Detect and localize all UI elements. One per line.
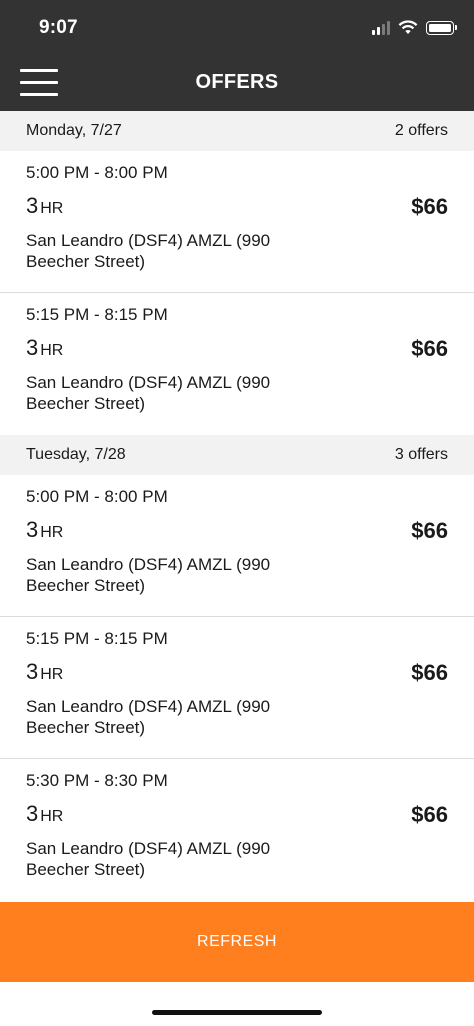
battery-icon (426, 20, 457, 35)
offer-duration: 3 HR (26, 801, 63, 827)
offer-duration: 3 HR (26, 335, 63, 361)
duration-unit: HR (40, 342, 64, 359)
offer-price: $66 (411, 194, 448, 219)
duration-hours: 3 (26, 193, 39, 218)
status-icons (372, 20, 457, 35)
offer-item[interactable]: 5:30 PM - 8:30 PM 3 HR $66 San Leandro (D… (0, 759, 474, 901)
offer-item[interactable]: 5:00 PM - 8:00 PM 3 HR $66 San Leandro (D… (0, 475, 474, 617)
offer-location: San Leandro (DSF4) AMZL (990 Beecher Str… (26, 231, 271, 271)
day-header: Tuesday, 7/28 3 offers (0, 435, 474, 475)
offer-duration: 3 HR (26, 193, 63, 219)
offer-duration: 3 HR (26, 517, 63, 543)
page-title: OFFERS (195, 71, 279, 93)
duration-hours: 3 (26, 335, 39, 360)
day-header: Monday, 7/27 2 offers (0, 111, 474, 151)
offer-location: San Leandro (DSF4) AMZL (990 Beecher Str… (26, 373, 271, 413)
duration-unit: HR (40, 524, 64, 541)
offer-item[interactable]: 5:15 PM - 8:15 PM 3 HR $66 San Leandro (D… (0, 617, 474, 759)
app-header: 9:07 OFFERS (0, 0, 474, 111)
offer-location: San Leandro (DSF4) AMZL (990 Beecher Str… (26, 839, 271, 879)
offer-count: 3 offers (394, 446, 448, 463)
duration-hours: 3 (26, 517, 39, 542)
offer-price: $66 (411, 336, 448, 361)
offer-location: San Leandro (DSF4) AMZL (990 Beecher Str… (26, 697, 271, 737)
status-time: 9:07 (39, 17, 78, 38)
duration-unit: HR (40, 200, 64, 217)
offer-location: San Leandro (DSF4) AMZL (990 Beecher Str… (26, 555, 271, 595)
offer-time: 5:30 PM - 8:30 PM (26, 771, 168, 790)
cellular-signal-icon (372, 20, 390, 35)
offer-price: $66 (411, 660, 448, 685)
offer-time: 5:00 PM - 8:00 PM (26, 163, 168, 182)
day-label: Tuesday, 7/28 (26, 446, 126, 463)
duration-hours: 3 (26, 659, 39, 684)
wifi-icon (398, 20, 418, 34)
duration-hours: 3 (26, 801, 39, 826)
day-label: Monday, 7/27 (26, 122, 122, 139)
offer-price: $66 (411, 518, 448, 543)
offers-list: Monday, 7/27 2 offers 5:00 PM - 8:00 PM … (0, 111, 474, 901)
duration-unit: HR (40, 808, 64, 825)
offer-item[interactable]: 5:00 PM - 8:00 PM 3 HR $66 San Leandro (D… (0, 151, 474, 293)
home-indicator[interactable] (152, 1010, 322, 1015)
offer-time: 5:15 PM - 8:15 PM (26, 629, 168, 648)
duration-unit: HR (40, 666, 64, 683)
offer-item[interactable]: 5:15 PM - 8:15 PM 3 HR $66 San Leandro (D… (0, 293, 474, 435)
offer-duration: 3 HR (26, 659, 63, 685)
offer-time: 5:15 PM - 8:15 PM (26, 305, 168, 324)
refresh-button[interactable]: REFRESH (0, 902, 474, 982)
offer-price: $66 (411, 802, 448, 827)
offer-count: 2 offers (394, 122, 448, 139)
offer-time: 5:00 PM - 8:00 PM (26, 487, 168, 506)
